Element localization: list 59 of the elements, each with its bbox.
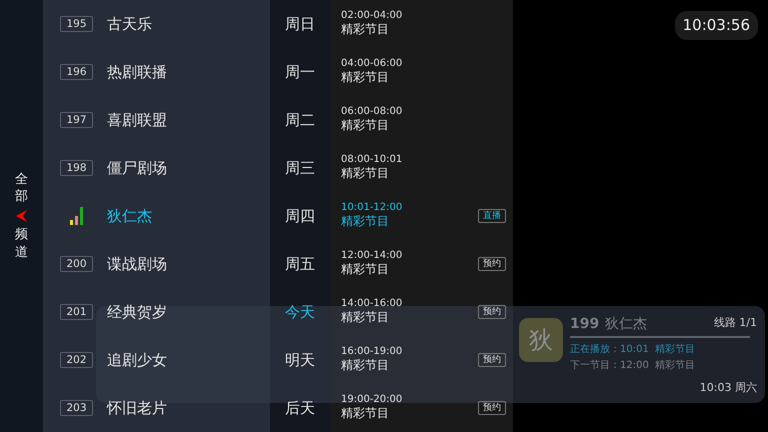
reserve-button[interactable]: 预约 [478,401,506,415]
channel-number: 198 [60,160,93,176]
channel-name[interactable]: 热剧联播 [107,60,167,84]
day-tab[interactable]: 周二 [270,108,330,132]
program-time: 08:00-10:01 [341,154,402,166]
channel-name[interactable]: 僵尸剧场 [107,156,167,180]
category-label: 全部 [15,170,28,206]
program-time: 02:00-04:00 [341,10,402,22]
channel-name[interactable]: 狄仁杰 [107,204,152,228]
program-title[interactable]: 精彩节目 [341,358,402,374]
route-label: 线路 1/1 [714,315,757,331]
channel-number: 196 [60,64,93,80]
channel-name[interactable]: 喜剧联盟 [107,108,167,132]
channel-name[interactable]: 怀旧老片 [107,396,167,420]
date-time: 10:03 周六 [700,380,757,396]
day-tab[interactable]: 后天 [270,396,330,420]
day-tab[interactable]: 周日 [270,12,330,36]
live-badge: 直播 [478,209,506,223]
program-time: 16:00-19:00 [341,346,402,358]
program-time: 06:00-08:00 [341,106,402,118]
program-title[interactable]: 精彩节目 [341,22,402,38]
program-time: 14:00-16:00 [341,298,402,310]
program-title[interactable]: 精彩节目 [341,70,402,86]
day-tab[interactable]: 周四 [270,204,330,228]
day-tab[interactable]: 周三 [270,156,330,180]
channel-name[interactable]: 经典贺岁 [107,300,167,324]
left-arrow-icon [16,210,28,222]
next-program-text: 下一节目：12:00 精彩节目 [570,358,696,373]
program-title[interactable]: 精彩节目 [341,310,402,326]
program-title[interactable]: 精彩节目 [341,214,402,230]
channel-number: 197 [60,112,93,128]
channel-name[interactable]: 追剧少女 [107,348,167,372]
reserve-button[interactable]: 预约 [478,353,506,367]
channel-number: 201 [60,304,93,320]
program-time: 04:00-06:00 [341,58,402,70]
day-tab[interactable]: 明天 [270,348,330,372]
channel-name[interactable]: 谍战剧场 [107,252,167,276]
now-playing-text: 正在播放：10:01 精彩节目 [570,342,696,357]
day-tab[interactable]: 周一 [270,60,330,84]
channel-name[interactable]: 古天乐 [107,12,152,36]
clock-time: 10:03:56 [674,11,758,40]
day-tab[interactable]: 今天 [270,300,330,324]
program-title[interactable]: 精彩节目 [341,166,402,182]
day-tab[interactable]: 周五 [270,252,330,276]
program-title[interactable]: 精彩节目 [341,406,402,422]
channel-number: 195 [60,16,93,32]
program-time: 12:00-14:00 [341,250,402,262]
channel-number: 200 [60,256,93,272]
channel-number: 203 [60,400,93,416]
program-time: 19:00-20:00 [341,394,402,406]
reserve-button[interactable]: 预约 [478,257,506,271]
program-title[interactable]: 精彩节目 [341,262,402,278]
program-time: 10:01-12:00 [341,202,402,214]
channel-number: 202 [60,352,93,368]
reserve-button[interactable]: 预约 [478,305,506,319]
category-label: 频道 [15,226,28,262]
channel-logo: 狄 [519,318,563,362]
program-title[interactable]: 精彩节目 [341,118,402,134]
channel-title: 199 狄仁杰 [570,315,648,334]
